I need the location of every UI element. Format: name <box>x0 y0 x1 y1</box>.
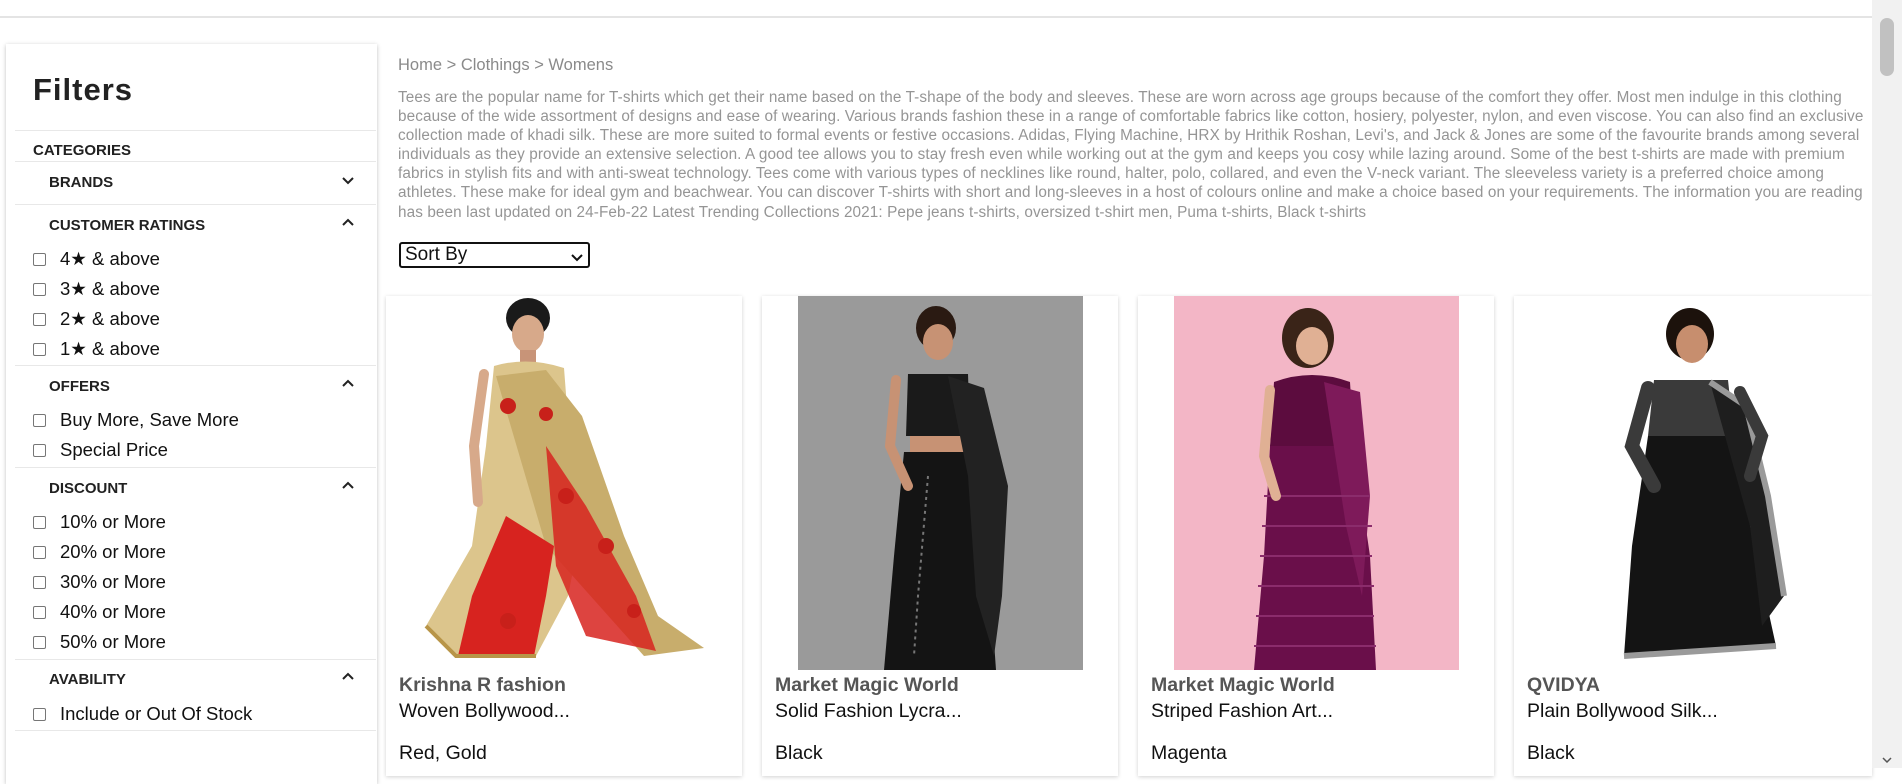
product-image-saree-black-grey-bg[interactable] <box>798 296 1083 670</box>
checkbox[interactable] <box>33 575 46 589</box>
checkbox[interactable] <box>33 443 46 457</box>
checkbox[interactable] <box>33 515 46 529</box>
divider <box>15 659 376 660</box>
product-brand: Market Magic World <box>1151 674 1335 696</box>
section-offers[interactable]: OFFERS <box>49 378 110 395</box>
category-description: Tees are the popular name for T-shirts w… <box>398 89 1864 221</box>
product-color: Black <box>1527 742 1575 764</box>
divider <box>15 730 376 731</box>
product-brand: Market Magic World <box>775 674 959 696</box>
checkbox[interactable] <box>33 545 46 559</box>
checkbox[interactable] <box>33 413 46 427</box>
divider <box>15 365 376 366</box>
checkbox[interactable] <box>33 282 46 296</box>
filters-title: Filters <box>33 72 134 107</box>
breadcrumb[interactable]: Home > Clothings > Womens <box>398 56 613 75</box>
checkbox[interactable] <box>33 252 46 266</box>
top-bar <box>0 0 1872 18</box>
section-availability[interactable]: AVABILITY <box>49 671 126 688</box>
chevron-up-icon[interactable] <box>340 668 356 684</box>
chevron-down-icon <box>570 248 584 262</box>
divider <box>15 204 376 205</box>
checkbox[interactable] <box>33 312 46 326</box>
divider <box>15 161 376 162</box>
categories-label: CATEGORIES <box>33 142 132 159</box>
product-brand: Krishna R fashion <box>399 674 566 696</box>
offer-special-price-option[interactable]: Special Price <box>33 438 168 462</box>
discount-40-option[interactable]: 40% or More <box>33 600 166 624</box>
discount-20-option[interactable]: 20% or More <box>33 540 166 564</box>
product-card[interactable]: QVIDYA Plain Bollywood Silk... Black <box>1514 296 1872 776</box>
checkbox[interactable] <box>33 605 46 619</box>
product-card[interactable]: Market Magic World Striped Fashion Art..… <box>1138 296 1494 776</box>
product-card[interactable]: Krishna R fashion Woven Bollywood... Red… <box>386 296 742 776</box>
scroll-down-arrow-icon[interactable] <box>1882 752 1892 764</box>
discount-50-option[interactable]: 50% or More <box>33 630 166 654</box>
checkbox[interactable] <box>33 342 46 356</box>
product-name[interactable]: Plain Bollywood Silk... <box>1527 700 1718 723</box>
offer-buy-more-option[interactable]: Buy More, Save More <box>33 408 239 432</box>
sort-by-select[interactable]: Sort By <box>399 242 590 268</box>
divider <box>15 130 376 131</box>
product-color: Magenta <box>1151 742 1227 764</box>
checkbox[interactable] <box>33 707 46 721</box>
chevron-up-icon[interactable] <box>340 375 356 391</box>
sort-by-label: Sort By <box>405 244 468 265</box>
product-name[interactable]: Woven Bollywood... <box>399 700 570 723</box>
rating-2-option[interactable]: 2★ & above <box>33 307 160 331</box>
product-card[interactable]: Market Magic World Solid Fashion Lycra..… <box>762 296 1118 776</box>
scrollbar-thumb[interactable] <box>1880 18 1894 76</box>
product-image-saree-magenta-pink-bg[interactable] <box>1174 296 1459 670</box>
chevron-up-icon[interactable] <box>340 477 356 493</box>
product-image-saree-black-silver-border[interactable] <box>1514 296 1872 670</box>
filters-sidebar: Filters CATEGORIES BRANDS CUSTOMER RATIN… <box>6 44 377 784</box>
section-customer-ratings[interactable]: CUSTOMER RATINGS <box>49 217 205 234</box>
product-name[interactable]: Solid Fashion Lycra... <box>775 700 962 723</box>
vertical-scrollbar[interactable] <box>1872 0 1902 768</box>
section-discount[interactable]: DISCOUNT <box>49 480 127 497</box>
product-image-saree-red-gold[interactable] <box>386 296 742 670</box>
discount-30-option[interactable]: 30% or More <box>33 570 166 594</box>
rating-4-option[interactable]: 4★ & above <box>33 247 160 271</box>
rating-1-option[interactable]: 1★ & above <box>33 337 160 361</box>
divider <box>15 467 376 468</box>
product-color: Red, Gold <box>399 742 487 764</box>
checkbox[interactable] <box>33 635 46 649</box>
chevron-up-icon[interactable] <box>340 214 356 230</box>
product-color: Black <box>775 742 823 764</box>
discount-10-option[interactable]: 10% or More <box>33 510 166 534</box>
product-name[interactable]: Striped Fashion Art... <box>1151 700 1333 723</box>
section-brands[interactable]: BRANDS <box>49 174 113 191</box>
product-brand: QVIDYA <box>1527 674 1600 696</box>
rating-3-option[interactable]: 3★ & above <box>33 277 160 301</box>
include-out-of-stock-option[interactable]: Include or Out Of Stock <box>33 702 252 726</box>
chevron-down-icon[interactable] <box>340 172 356 188</box>
